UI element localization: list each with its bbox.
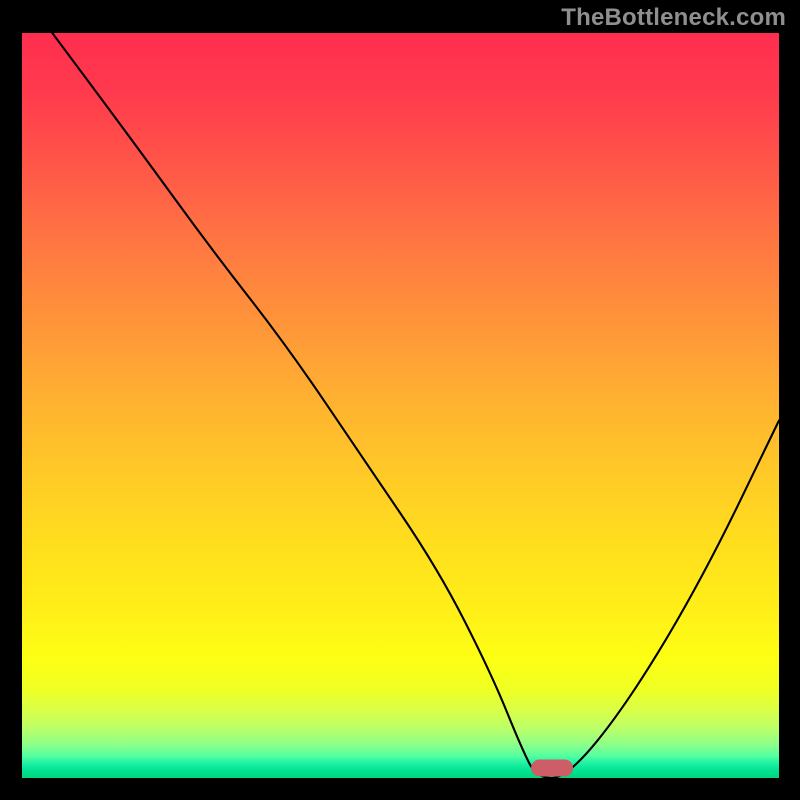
chart-frame: TheBottleneck.com: [0, 0, 800, 800]
plot-area: [22, 33, 779, 778]
optimal-point-marker: [531, 760, 573, 777]
attribution-label: TheBottleneck.com: [561, 4, 786, 32]
heat-gradient-background: [22, 33, 779, 778]
